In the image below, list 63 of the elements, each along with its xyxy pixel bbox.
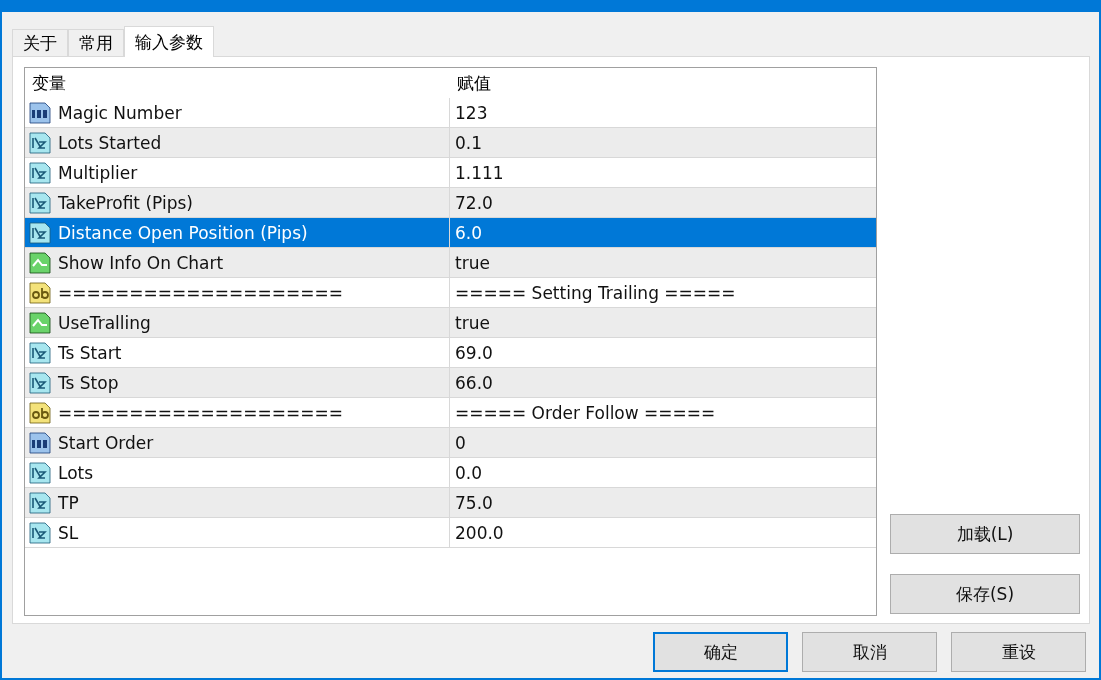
- table-cell[interactable]: 75.0: [450, 488, 876, 518]
- variable-name: TakeProfit (Pips): [58, 192, 193, 213]
- text-icon: [28, 400, 52, 425]
- variable-name: TP: [58, 492, 79, 513]
- table-cell[interactable]: 0: [450, 428, 876, 458]
- fraction-icon: [28, 130, 52, 155]
- fraction-icon: [28, 490, 52, 515]
- table-cell[interactable]: ====================: [25, 278, 450, 308]
- table-cell[interactable]: 66.0: [450, 368, 876, 398]
- table-cell[interactable]: 72.0: [450, 188, 876, 218]
- table-cell[interactable]: Lots Started: [25, 128, 450, 158]
- table-cell[interactable]: TP: [25, 488, 450, 518]
- table-cell[interactable]: TakeProfit (Pips): [25, 188, 450, 218]
- table-cell[interactable]: true: [450, 248, 876, 278]
- table-cell[interactable]: Magic Number: [25, 98, 450, 128]
- variable-name: Ts Start: [58, 342, 122, 363]
- text-icon: [28, 280, 52, 305]
- table-cell[interactable]: 0.1: [450, 128, 876, 158]
- variable-name: UseTralling: [58, 312, 151, 333]
- variable-name: Multiplier: [58, 162, 138, 183]
- variable-name: Start Order: [58, 432, 154, 453]
- side-button[interactable]: 加载(L): [890, 514, 1080, 554]
- tab[interactable]: 关于: [12, 29, 68, 56]
- column-header[interactable]: 变量: [25, 68, 450, 98]
- table-cell[interactable]: Ts Start: [25, 338, 450, 368]
- fraction-icon: [28, 220, 52, 245]
- table-cell[interactable]: true: [450, 308, 876, 338]
- dialog-button[interactable]: 取消: [802, 632, 937, 672]
- fraction-icon: [28, 340, 52, 365]
- variable-name: SL: [58, 522, 79, 543]
- table-cell[interactable]: Lots: [25, 458, 450, 488]
- fraction-icon: [28, 370, 52, 395]
- variable-name: ====================: [58, 282, 343, 303]
- variable-name: Distance Open Position (Pips): [58, 222, 308, 243]
- dialog-button[interactable]: 确定: [653, 632, 788, 672]
- tab[interactable]: 常用: [68, 29, 124, 56]
- side-button[interactable]: 保存(S): [890, 574, 1080, 614]
- variable-name: Ts Stop: [58, 372, 119, 393]
- table-cell[interactable]: Show Info On Chart: [25, 248, 450, 278]
- fraction-icon: [28, 520, 52, 545]
- table-cell[interactable]: Ts Stop: [25, 368, 450, 398]
- tab[interactable]: 输入参数: [124, 26, 214, 57]
- fraction-icon: [28, 190, 52, 215]
- toggle-icon: [28, 310, 52, 335]
- table-cell[interactable]: 6.0: [450, 218, 876, 248]
- number-icon: [28, 430, 52, 455]
- variable-name: Lots Started: [58, 132, 162, 153]
- dialog-button[interactable]: 重设: [951, 632, 1086, 672]
- variable-name: Magic Number: [58, 102, 182, 123]
- fraction-icon: [28, 460, 52, 485]
- table-cell[interactable]: Multiplier: [25, 158, 450, 188]
- table-cell[interactable]: ====================: [25, 398, 450, 428]
- table-cell[interactable]: SL: [25, 518, 450, 548]
- fraction-icon: [28, 160, 52, 185]
- table-cell[interactable]: Start Order: [25, 428, 450, 458]
- variable-name: Show Info On Chart: [58, 252, 224, 273]
- table-cell[interactable]: Distance Open Position (Pips): [25, 218, 450, 248]
- toggle-icon: [28, 250, 52, 275]
- number-icon: [28, 100, 52, 125]
- column-header[interactable]: 赋值: [450, 68, 876, 98]
- table-cell[interactable]: UseTralling: [25, 308, 450, 338]
- variable-name: Lots: [58, 462, 94, 483]
- variable-name: ====================: [58, 402, 343, 423]
